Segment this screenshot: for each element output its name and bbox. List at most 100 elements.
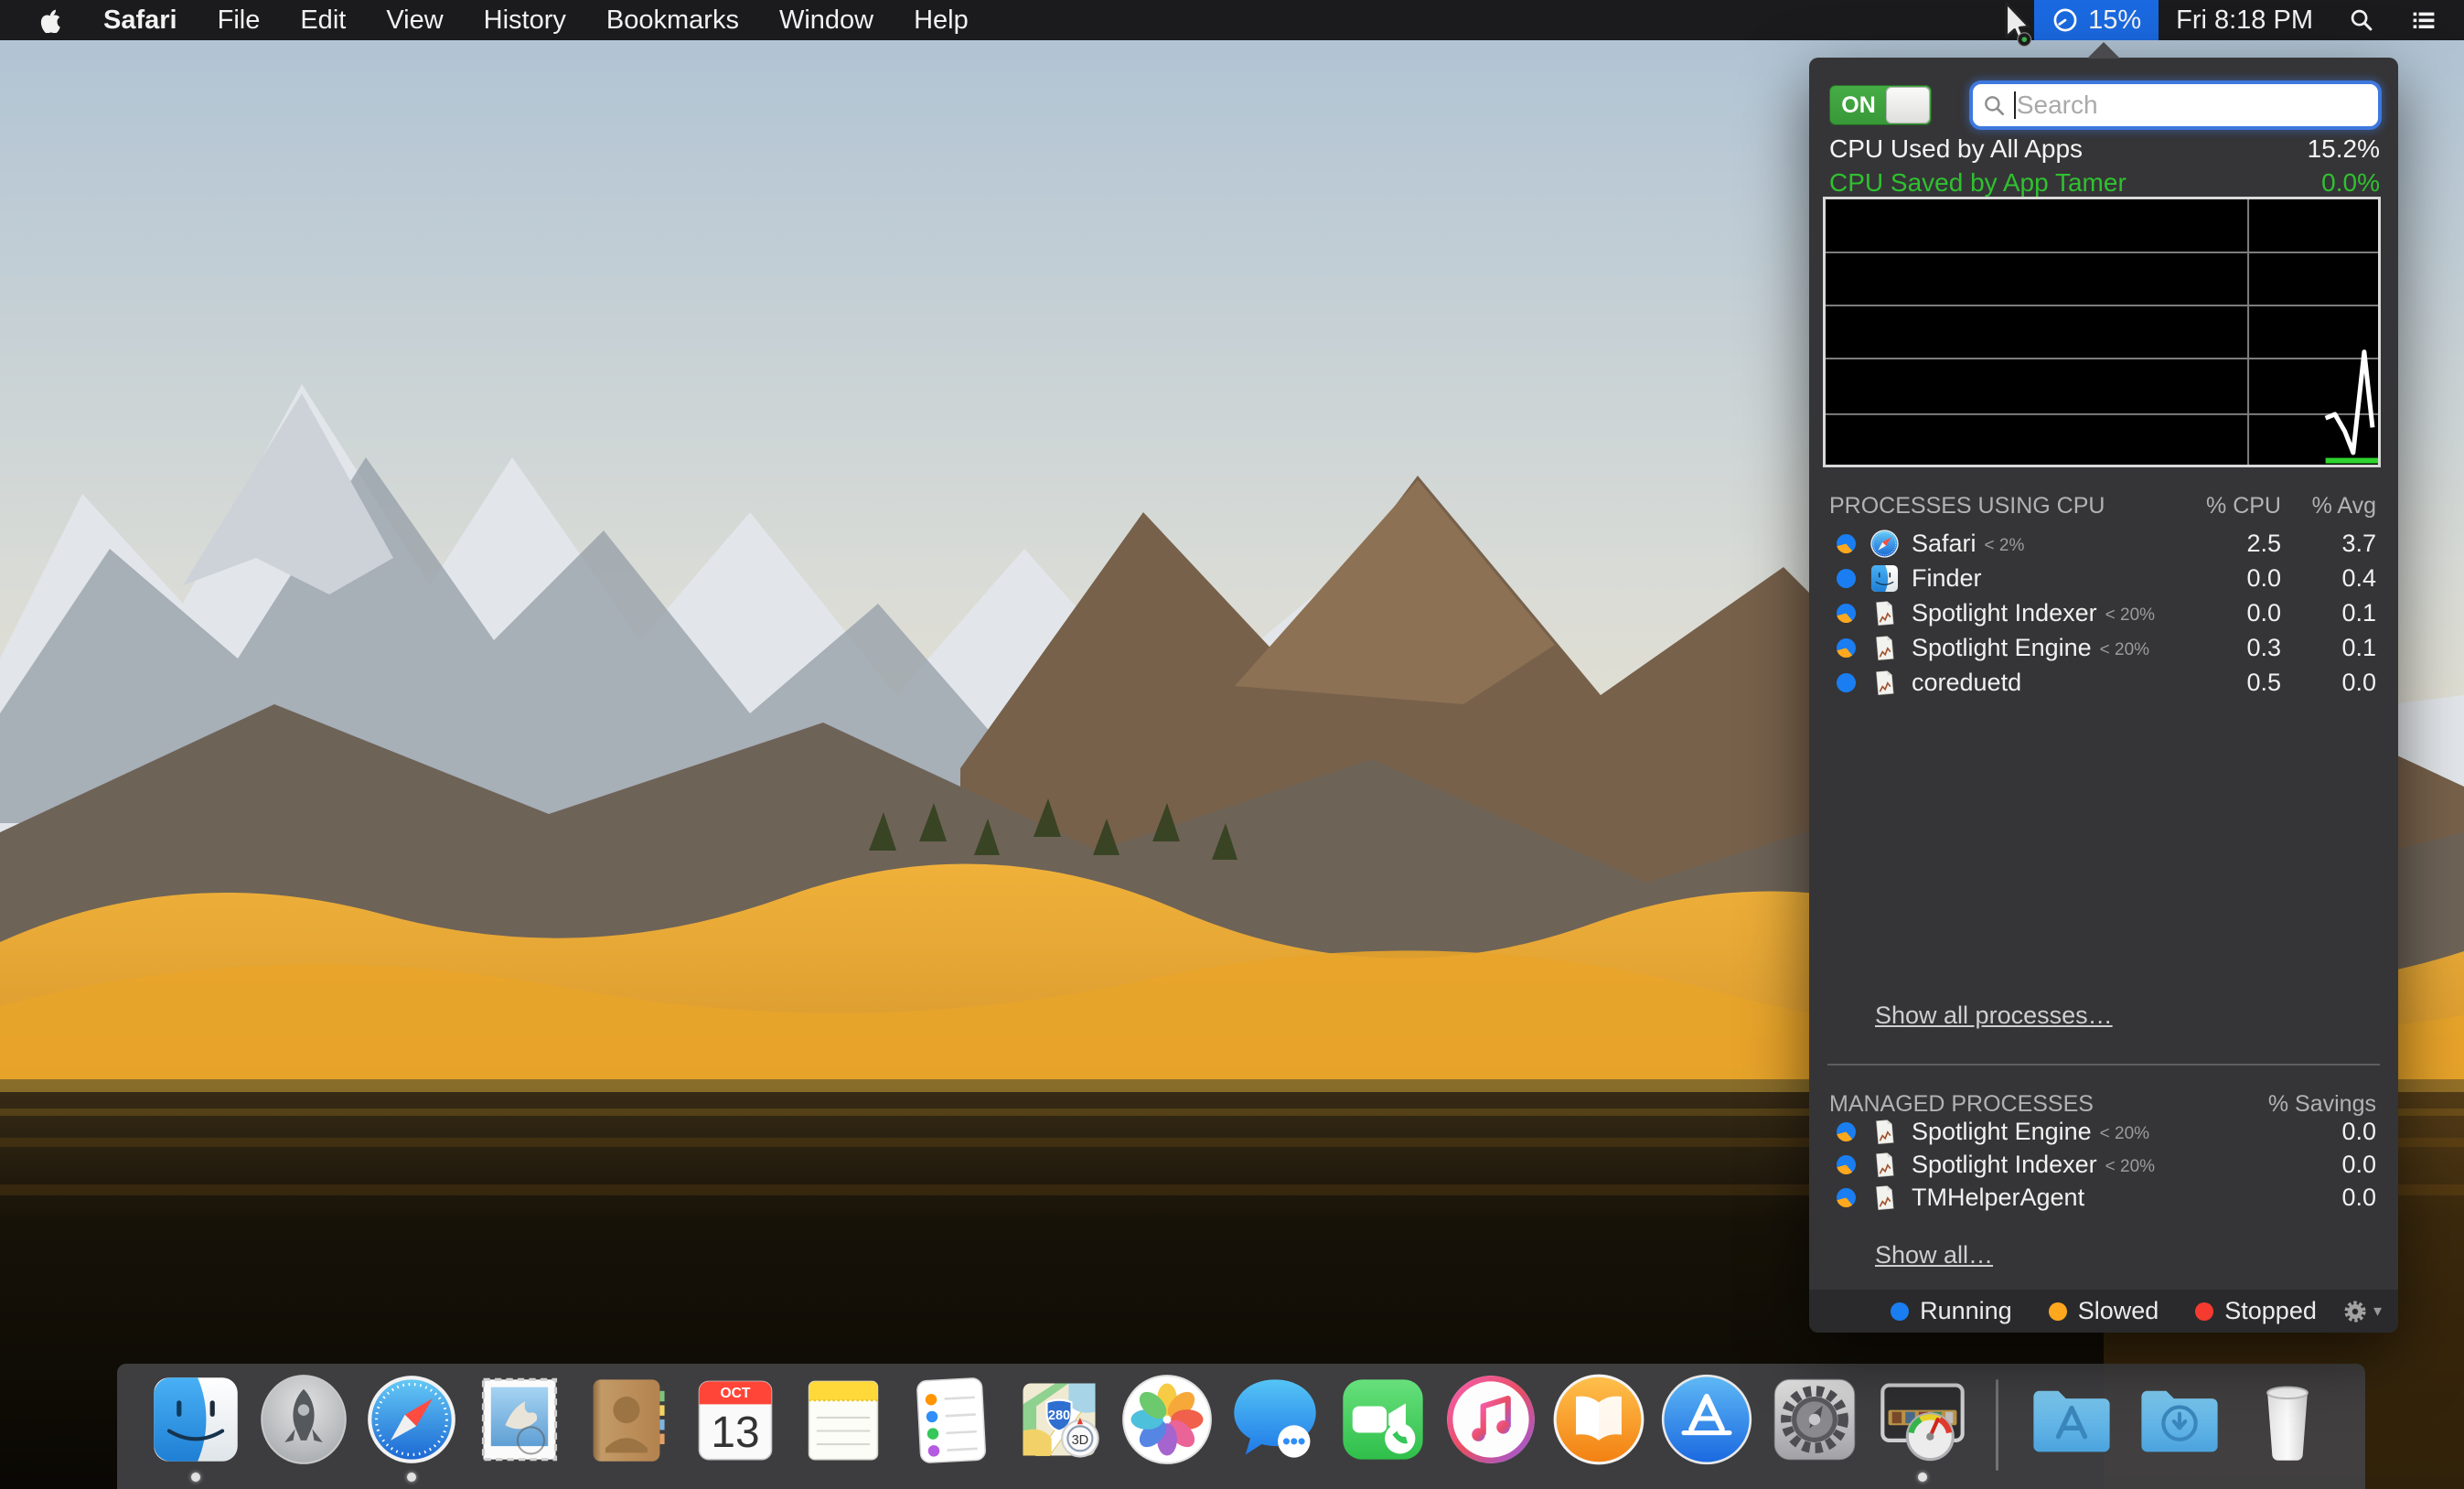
exec-app-icon [1869, 1117, 1900, 1147]
exec-app-icon [1869, 1150, 1900, 1180]
process-row-spotlight-indexer[interactable]: Spotlight Indexer< 20%0.00.1 [1809, 595, 2398, 630]
exec-app-icon [1869, 668, 1900, 698]
dock-item-messages[interactable] [1227, 1372, 1323, 1484]
process-row-spotlight-indexer[interactable]: Spotlight Indexer< 20%0.0 [1809, 1148, 2398, 1181]
status-dot-running-slowed [1837, 604, 1856, 623]
apple-menu-icon[interactable] [38, 8, 63, 33]
menu-bar-clock[interactable]: Fri 8:18 PM [2159, 5, 2330, 36]
managed-header: MANAGED PROCESSES % Savings [1809, 1091, 2398, 1118]
menu-items: Safari File Edit View History Bookmarks Window… [103, 5, 969, 36]
safari-icon [364, 1372, 459, 1467]
process-row-safari[interactable]: Safari< 2%2.53.7 [1809, 526, 2398, 561]
svg-text:280: 280 [1047, 1409, 1069, 1423]
text-caret [2014, 91, 2016, 119]
dock-item-itunes[interactable] [1443, 1372, 1538, 1484]
process-name: Spotlight Engine [1912, 1118, 2092, 1146]
dock-item-applications-folder[interactable] [2024, 1372, 2119, 1484]
status-dot-running-slowed [1837, 1122, 1856, 1141]
cpu-saved-label: CPU Saved by App Tamer [1829, 168, 2127, 198]
menu-item-help[interactable]: Help [914, 5, 969, 36]
column-avg: % Avg [2292, 493, 2376, 520]
section-divider [1827, 1064, 2380, 1066]
dock-item-finder[interactable] [148, 1372, 243, 1484]
process-avg-value: 0.0 [2292, 669, 2376, 697]
legend-item-slowed: Slowed [2049, 1297, 2159, 1325]
dock-item-contacts[interactable] [580, 1372, 675, 1484]
process-row-coreduetd[interactable]: coreduetd 0.5 0.0 [1809, 665, 2398, 700]
app-tamer-on-toggle[interactable]: ON [1829, 85, 1932, 125]
dock-item-ibooks[interactable] [1551, 1372, 1646, 1484]
process-cpu-limit: < 20% [2100, 1124, 2149, 1144]
mail-icon [472, 1372, 567, 1467]
search-icon [1982, 93, 2007, 118]
dock-item-launchpad[interactable] [256, 1372, 351, 1484]
toggle-knob[interactable] [1886, 87, 1930, 123]
dock-item-system-preferences[interactable] [1767, 1372, 1862, 1484]
process-savings-value: 0.0 [2248, 1118, 2376, 1146]
process-row-tmhelperagent[interactable]: TMHelperAgent0.0 [1809, 1181, 2398, 1214]
safari-app-icon [1869, 529, 1900, 559]
process-row-spotlight-engine[interactable]: Spotlight Engine < 20% 0.0 [1809, 1115, 2398, 1148]
dock-item-facetime[interactable] [1335, 1372, 1430, 1484]
process-row-spotlight-engine[interactable]: Spotlight Engine< 20%0.30.1 [1809, 630, 2398, 665]
menu-item-safari[interactable]: Safari [103, 5, 177, 36]
process-name: coreduetd [1912, 669, 2021, 697]
process-row-finder[interactable]: Finder0.00.4 [1809, 561, 2398, 595]
search-input[interactable] [2017, 91, 2369, 120]
system-preferences-icon [1767, 1372, 1862, 1467]
menu-item-edit[interactable]: Edit [300, 5, 346, 36]
dock-item-mail[interactable] [472, 1372, 567, 1484]
dock-item-safari[interactable] [364, 1372, 459, 1484]
show-all-managed-link[interactable]: Show all… [1875, 1241, 1993, 1269]
running-indicator [407, 1473, 416, 1482]
cpu-used-label: CPU Used by All Apps [1829, 134, 2083, 164]
applications-folder-icon [2024, 1372, 2119, 1467]
menu-item-history[interactable]: History [484, 5, 566, 36]
dock-item-calendar[interactable]: OCT13 [688, 1372, 783, 1484]
dock-item-app-tamer[interactable] [1875, 1372, 1970, 1484]
dock-item-reminders[interactable] [904, 1372, 999, 1484]
managed-list: Spotlight Engine< 20%0.0Spotlight Indexe… [1809, 1115, 2398, 1214]
svg-text:3D: 3D [1071, 1433, 1088, 1448]
spotlight-search-icon[interactable] [2330, 0, 2393, 40]
notification-center-icon[interactable] [2393, 0, 2455, 40]
status-dot-running-slowed [1837, 534, 1856, 553]
menu-item-bookmarks[interactable]: Bookmarks [606, 5, 739, 36]
mouse-cursor-icon [1992, 0, 2043, 51]
menu-item-view[interactable]: View [386, 5, 443, 36]
menu-bar-left: Safari File Edit View History Bookmarks Window… [0, 0, 969, 40]
cpu-used-value: 15.2% [2308, 134, 2380, 164]
dock-item-appstore[interactable] [1659, 1372, 1754, 1484]
dock-item-downloads-folder[interactable] [2132, 1372, 2227, 1484]
legend-dot-stopped [2195, 1302, 2213, 1321]
legend-item-running: Running [1891, 1297, 2012, 1325]
search-field[interactable] [1973, 84, 2378, 126]
notes-icon [796, 1372, 891, 1467]
process-cpu-value: 0.5 [2197, 669, 2281, 697]
facetime-icon [1335, 1372, 1430, 1467]
app-tamer-cpu-percent: 15% [2088, 5, 2141, 36]
menu-item-file[interactable]: File [218, 5, 261, 36]
trash-icon [2240, 1372, 2335, 1467]
app-tamer-icon [1875, 1372, 1970, 1467]
dock-item-maps[interactable]: 2803D [1012, 1372, 1107, 1484]
status-item-app-tamer[interactable]: 15% [2034, 0, 2159, 40]
legend-label: Running [1920, 1297, 2012, 1325]
process-avg-value: 0.4 [2292, 564, 2376, 593]
process-name: Spotlight Indexer [1912, 1151, 2097, 1179]
running-indicator [1918, 1473, 1927, 1482]
menu-item-window[interactable]: Window [779, 5, 873, 36]
show-all-processes-link[interactable]: Show all processes… [1875, 1002, 2113, 1030]
process-savings-value: 0.0 [2248, 1184, 2376, 1212]
legend-dot-slowed [2049, 1302, 2067, 1321]
process-cpu-limit: < 2% [1985, 536, 2025, 556]
svg-text:13: 13 [711, 1409, 759, 1457]
dock-item-photos[interactable] [1120, 1372, 1215, 1484]
legend-dot-running [1891, 1302, 1909, 1321]
status-dot-running-slowed [1837, 1155, 1856, 1174]
settings-gear-button[interactable]: ▾ [2341, 1297, 2382, 1326]
appstore-icon [1659, 1372, 1754, 1467]
itunes-icon [1443, 1372, 1538, 1467]
dock-item-notes[interactable] [796, 1372, 891, 1484]
dock-item-trash[interactable] [2240, 1372, 2335, 1484]
